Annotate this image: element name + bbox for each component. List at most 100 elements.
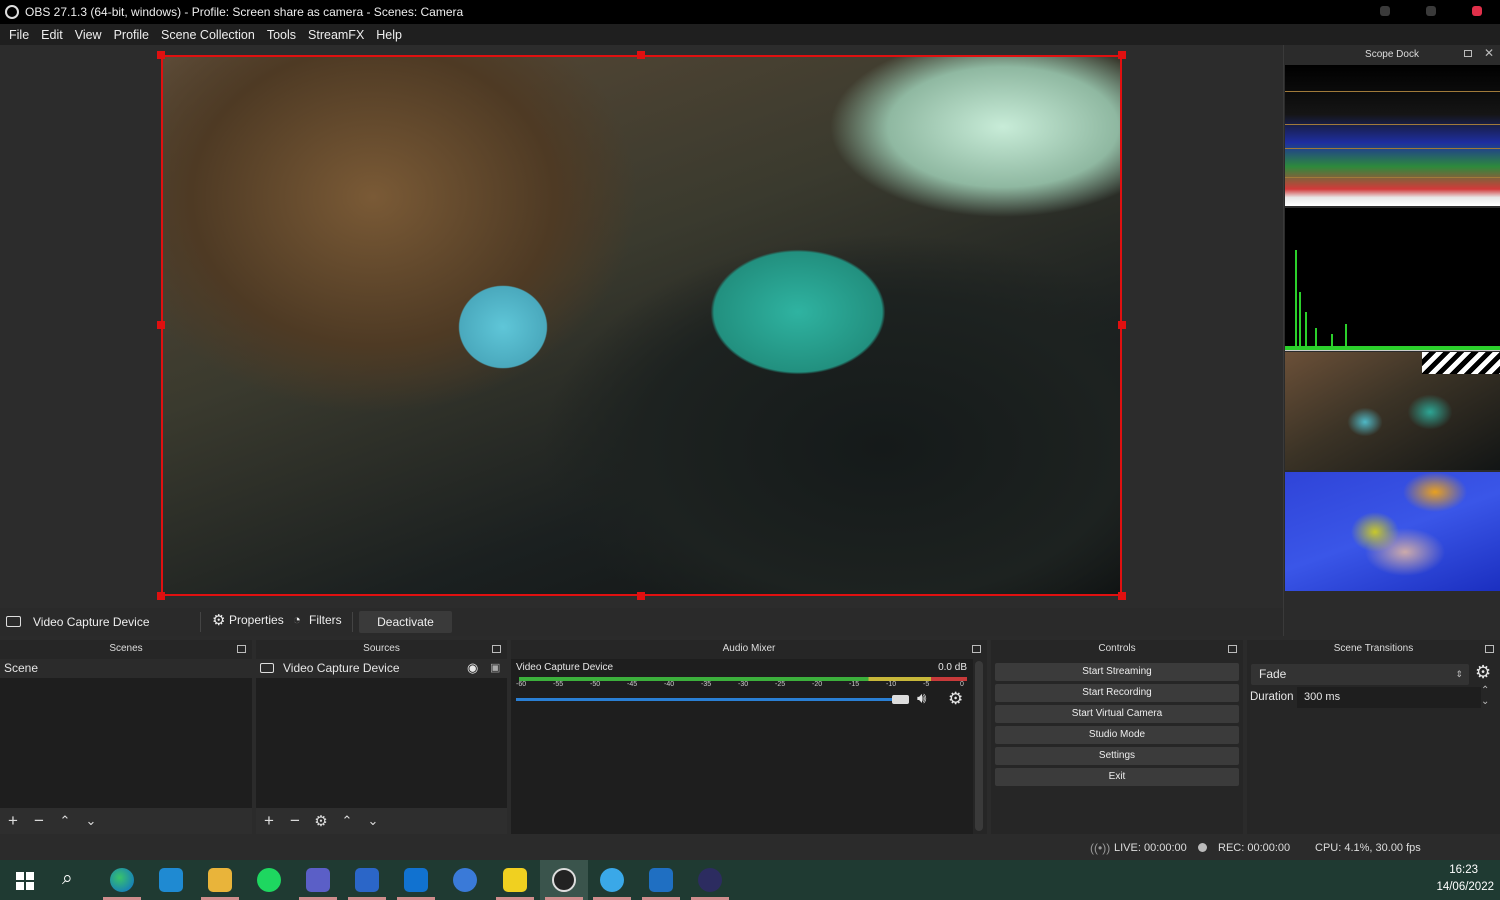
- sources-header: Sources: [256, 640, 507, 658]
- spotify-icon[interactable]: [257, 868, 281, 892]
- properties-button[interactable]: Properties: [229, 613, 284, 627]
- float-icon[interactable]: [237, 645, 246, 653]
- visibility-eye-icon[interactable]: ◉: [467, 658, 478, 677]
- add-icon[interactable]: +: [256, 811, 282, 831]
- camera-preview[interactable]: [161, 55, 1122, 596]
- scene-item[interactable]: Scene: [0, 659, 252, 678]
- volume-slider-track[interactable]: [516, 698, 909, 701]
- meter-scale-label: -25: [775, 681, 786, 688]
- histogram-peak: [1305, 312, 1307, 350]
- add-icon[interactable]: +: [0, 811, 26, 831]
- remove-icon[interactable]: −: [26, 811, 52, 831]
- source-item-label: Video Capture Device: [283, 661, 400, 675]
- move-up-icon[interactable]: ⌃: [52, 813, 78, 829]
- exit-button[interactable]: Exit: [995, 768, 1239, 786]
- lock-icon[interactable]: ▣: [490, 659, 500, 678]
- volume-slider-fill: [516, 698, 906, 701]
- title-bar: OBS 27.1.3 (64-bit, windows) - Profile: …: [0, 0, 1500, 24]
- float-icon[interactable]: [972, 645, 981, 653]
- file-explorer-icon[interactable]: [208, 868, 232, 892]
- window-title: OBS 27.1.3 (64-bit, windows) - Profile: …: [25, 5, 464, 19]
- move-down-icon[interactable]: ⌄: [78, 813, 104, 829]
- resize-handle-tl[interactable]: [157, 51, 165, 59]
- pdf-app-icon[interactable]: [503, 868, 527, 892]
- start-recording-button[interactable]: Start Recording: [995, 684, 1239, 702]
- menu-edit[interactable]: Edit: [35, 28, 69, 42]
- menu-scene-collection[interactable]: Scene Collection: [155, 28, 261, 42]
- live-time: LIVE: 00:00:00: [1114, 842, 1187, 854]
- resize-handle-r[interactable]: [1118, 321, 1126, 329]
- remove-icon[interactable]: −: [282, 811, 308, 831]
- histogram-peak: [1299, 292, 1301, 350]
- scrollbar[interactable]: [975, 661, 983, 831]
- eclipse-icon[interactable]: [698, 868, 722, 892]
- cpu-fps: CPU: 4.1%, 30.00 fps: [1315, 842, 1421, 854]
- word-icon[interactable]: [355, 868, 379, 892]
- scope-dock-title: Scope Dock: [1365, 48, 1419, 60]
- duration-label: Duration: [1250, 691, 1294, 703]
- filters-icon[interactable]: ◔: [293, 612, 301, 627]
- menu-streamfx[interactable]: StreamFX: [302, 28, 370, 42]
- app-icon[interactable]: [600, 868, 624, 892]
- menu-file[interactable]: File: [3, 28, 35, 42]
- move-up-icon[interactable]: ⌃: [334, 813, 360, 829]
- scenes-list[interactable]: Scene: [0, 659, 252, 808]
- transition-select[interactable]: Fade ⇕: [1251, 664, 1469, 685]
- filters-button[interactable]: Filters: [309, 613, 342, 627]
- app-icon[interactable]: [453, 868, 477, 892]
- menu-view[interactable]: View: [69, 28, 108, 42]
- search-icon[interactable]: ⌕: [62, 868, 73, 890]
- duration-input[interactable]: 300 ms: [1297, 687, 1481, 708]
- deactivate-button[interactable]: Deactivate: [359, 611, 452, 633]
- resize-handle-br[interactable]: [1118, 592, 1126, 600]
- obs-logo-icon: [5, 5, 19, 19]
- float-icon[interactable]: [1228, 645, 1237, 653]
- sources-list[interactable]: Video Capture Device ◉ ▣: [256, 659, 507, 808]
- resize-handle-t[interactable]: [637, 51, 645, 59]
- close-button[interactable]: [1472, 6, 1482, 16]
- settings-button[interactable]: Settings: [995, 747, 1239, 765]
- gear-icon[interactable]: ⚙: [308, 812, 334, 830]
- vscode-icon[interactable]: [159, 868, 183, 892]
- obs-icon[interactable]: [552, 868, 576, 892]
- resize-handle-bl[interactable]: [157, 592, 165, 600]
- zebra-stripes: [1422, 352, 1500, 374]
- resize-handle-l[interactable]: [157, 321, 165, 329]
- maximize-button[interactable]: [1426, 6, 1436, 16]
- start-windows-icon[interactable]: [16, 872, 34, 890]
- resize-handle-tr[interactable]: [1118, 51, 1126, 59]
- speaker-icon[interactable]: 🔊︎: [917, 690, 926, 707]
- move-down-icon[interactable]: ⌄: [360, 813, 386, 829]
- edge-dev-icon[interactable]: [110, 868, 134, 892]
- network-app-icon[interactable]: [649, 868, 673, 892]
- gear-icon[interactable]: ⚙: [212, 611, 225, 629]
- menu-help[interactable]: Help: [370, 28, 408, 42]
- sources-title: Sources: [363, 643, 400, 654]
- start-streaming-button[interactable]: Start Streaming: [995, 663, 1239, 681]
- menu-tools[interactable]: Tools: [261, 28, 302, 42]
- resize-handle-b[interactable]: [637, 592, 645, 600]
- float-icon[interactable]: [1485, 645, 1494, 653]
- meter-scale-label: -40: [664, 681, 675, 688]
- menu-profile[interactable]: Profile: [108, 28, 155, 42]
- float-icon[interactable]: [492, 645, 501, 653]
- waveform-gridline: [1285, 124, 1500, 125]
- outlook-icon[interactable]: [404, 868, 428, 892]
- gear-icon[interactable]: ⚙: [948, 689, 963, 709]
- teams-icon[interactable]: [306, 868, 330, 892]
- divider: [352, 612, 353, 632]
- clock-time[interactable]: 16:23: [1449, 864, 1478, 876]
- clock-date[interactable]: 14/06/2022: [1436, 881, 1494, 893]
- close-icon[interactable]: ✕: [1484, 46, 1494, 60]
- studio-mode-button[interactable]: Studio Mode: [995, 726, 1239, 744]
- float-icon[interactable]: [1464, 50, 1472, 57]
- volume-slider-handle[interactable]: [892, 695, 909, 704]
- duration-stepper[interactable]: ⌃ ⌄: [1481, 685, 1489, 707]
- controls-title: Controls: [1098, 643, 1136, 654]
- start-virtual-camera-button[interactable]: Start Virtual Camera: [995, 705, 1239, 723]
- gear-icon[interactable]: ⚙: [1475, 662, 1491, 683]
- minimize-button[interactable]: [1380, 6, 1390, 16]
- preview-area[interactable]: [0, 45, 1283, 608]
- scenes-toolbar: + − ⌃ ⌄: [0, 808, 252, 834]
- source-item[interactable]: Video Capture Device ◉ ▣: [256, 659, 507, 678]
